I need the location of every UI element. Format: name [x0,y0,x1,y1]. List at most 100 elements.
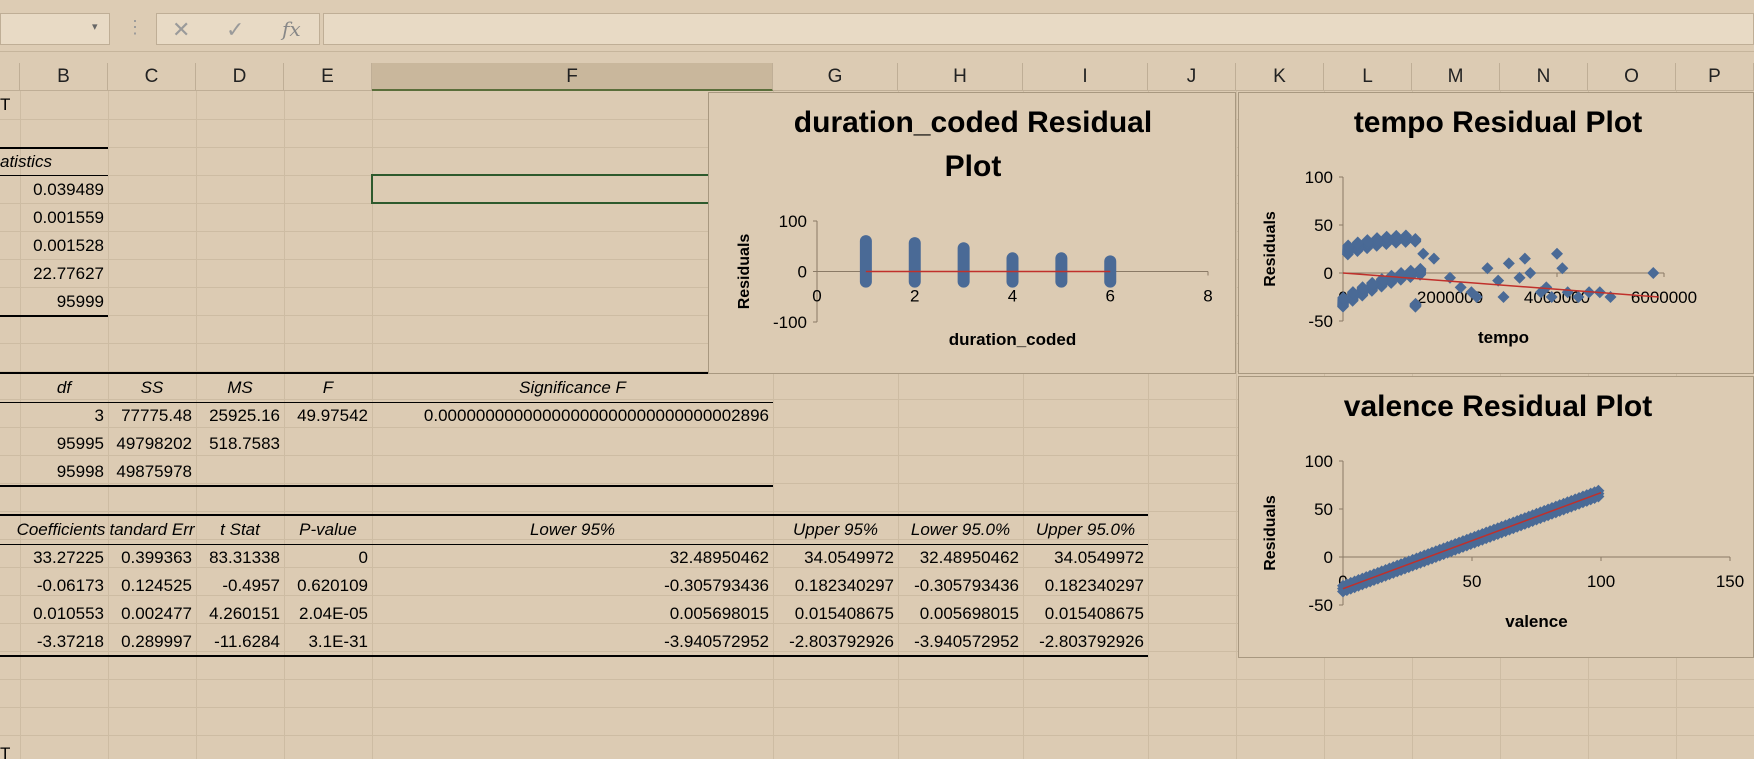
column-header-b[interactable]: B [20,63,108,91]
regression-stat-value[interactable]: 0.001528 [20,232,108,260]
chart-point [1497,291,1510,303]
coef-cell[interactable]: -0.4957 [196,572,284,600]
column-header-h[interactable]: H [898,63,1023,91]
coef-header-std-err: tandard Err [109,520,195,539]
coef-cell[interactable]: -2.803792926 [773,628,898,656]
chart-point [1524,267,1537,279]
grid-row-line [0,679,1754,680]
coef-cell[interactable]: 33.27225 [20,544,108,572]
next-output-label: T [0,744,11,759]
column-header-l[interactable]: L [1324,63,1412,91]
anova-cell[interactable]: 95995 [20,430,108,458]
coef-cell[interactable]: 0.005698015 [372,600,773,628]
coef-cell[interactable]: 2.04E-05 [284,600,372,628]
column-header-f[interactable]: F [372,63,773,91]
column-header-c[interactable]: C [108,63,196,91]
regression-stat-value[interactable]: 0.039489 [20,176,108,204]
coef-cell[interactable]: 0.289997 [108,628,196,656]
coef-cell[interactable]: -0.305793436 [372,572,773,600]
coef-cell[interactable]: 34.0549972 [1023,544,1148,572]
chart-point [1513,271,1526,284]
regression-stat-value[interactable]: 22.77627 [20,260,108,288]
coef-cell[interactable]: 0.010553 [20,600,108,628]
column-header-a[interactable] [0,63,20,91]
coef-cell[interactable]: 4.260151 [196,600,284,628]
coef-cell[interactable]: 0.182340297 [1023,572,1148,600]
anova-cell[interactable]: 49798202 [108,430,196,458]
more-icon[interactable]: ⋮ [126,17,144,38]
coef-cell[interactable]: 0.005698015 [898,600,1023,628]
chart-tempo-residual[interactable]: tempo Residual Plot100500-50020000004000… [1238,92,1754,374]
coef-cell[interactable]: 32.48950462 [372,544,773,572]
column-header-p[interactable]: P [1676,63,1754,91]
coef-cell[interactable]: 0.002477 [108,600,196,628]
y-axis-label: Residuals [736,234,753,310]
column-header-g[interactable]: G [773,63,898,91]
coef-cell[interactable]: 0.620109 [284,572,372,600]
divider [0,315,108,317]
anova-cell[interactable]: 49.97542 [284,402,372,430]
enter-icon[interactable]: ✓ [226,17,244,43]
coef-cell[interactable]: -2.803792926 [1023,628,1148,656]
coef-cell[interactable]: 0.015408675 [773,600,898,628]
coef-cell[interactable]: -3.940572952 [372,628,773,656]
column-header-i[interactable]: I [1023,63,1148,91]
coef-cell[interactable]: 0.124525 [108,572,196,600]
coef-cell[interactable]: -3.940572952 [898,628,1023,656]
chart-title: tempo Residual Plot [1354,106,1642,139]
chart-valence-residual[interactable]: valence Residual Plot100500-50050100150v… [1238,376,1754,658]
chart-svg: valence Residual Plot100500-50050100150v… [1262,390,1744,631]
coef-cell[interactable]: 0.399363 [108,544,196,572]
coef-cell[interactable]: -3.37218 [20,628,108,656]
chevron-down-icon[interactable]: ▾ [92,20,98,33]
chart-point [1481,262,1494,275]
anova-cell[interactable]: 95998 [20,458,108,486]
coef-cell[interactable]: 34.0549972 [773,544,898,572]
regression-stat-value[interactable]: 0.001559 [20,204,108,232]
column-header-m[interactable]: M [1412,63,1500,91]
chart-point [1647,267,1660,279]
coef-cell[interactable]: 83.31338 [196,544,284,572]
anova-cell[interactable]: 49875978 [108,458,196,486]
coef-cell[interactable]: 0 [284,544,372,572]
coef-header-lower-95-0: Lower 95.0% [910,520,1011,539]
column-header-j[interactable]: J [1148,63,1236,91]
coef-cell[interactable]: -0.06173 [20,572,108,600]
anova-header-df: df [56,378,72,397]
coef-cell[interactable]: 32.48950462 [898,544,1023,572]
coef-header-t-stat: t Stat [220,520,260,539]
column-header-e[interactable]: E [284,63,372,91]
column-header-k[interactable]: K [1236,63,1324,91]
anova-cell[interactable]: 518.7583 [196,430,284,458]
formula-input[interactable] [323,13,1754,45]
chart-point-column [957,242,970,288]
chart-point [1556,262,1569,275]
cancel-icon[interactable]: ✕ [172,17,190,43]
anova-cell[interactable]: 77775.48 [108,402,196,430]
chart-point [1502,257,1515,270]
chart-duration-coded-residual[interactable]: duration_coded Residual Plot 100 0 -100 0 2 4 6 8… [708,92,1236,374]
anova-cell[interactable]: 3 [20,402,108,430]
coef-cell[interactable]: 3.1E-31 [284,628,372,656]
insert-function-icon[interactable]: fx [282,17,301,41]
anova-cell[interactable]: 25925.16 [196,402,284,430]
coef-cell[interactable]: 0.015408675 [1023,600,1148,628]
regression-statistics-header: atistics [0,152,52,171]
column-header-d[interactable]: D [196,63,284,91]
coef-cell[interactable]: -11.6284 [196,628,284,656]
column-header-n[interactable]: N [1500,63,1588,91]
y-tick-label: -100 [773,313,807,332]
coef-cell[interactable]: 0.182340297 [773,572,898,600]
chart-svg: duration_coded Residual Plot 100 0 -100 0 2 4 6 8… [736,106,1213,349]
chart-point [1427,252,1440,265]
y-axis-label: Residuals [1262,495,1279,571]
column-header-o[interactable]: O [1588,63,1676,91]
divider [0,485,773,487]
coef-cell[interactable]: -0.305793436 [898,572,1023,600]
regression-stat-value[interactable]: 95999 [20,288,108,316]
chart-point [1518,252,1531,265]
y-tick-label: -50 [1308,312,1333,331]
y-tick-label: 50 [1314,216,1333,235]
x-tick-label: 0 [812,287,821,306]
anova-cell[interactable]: 0.00000000000000000000000000000002896 [372,402,773,430]
